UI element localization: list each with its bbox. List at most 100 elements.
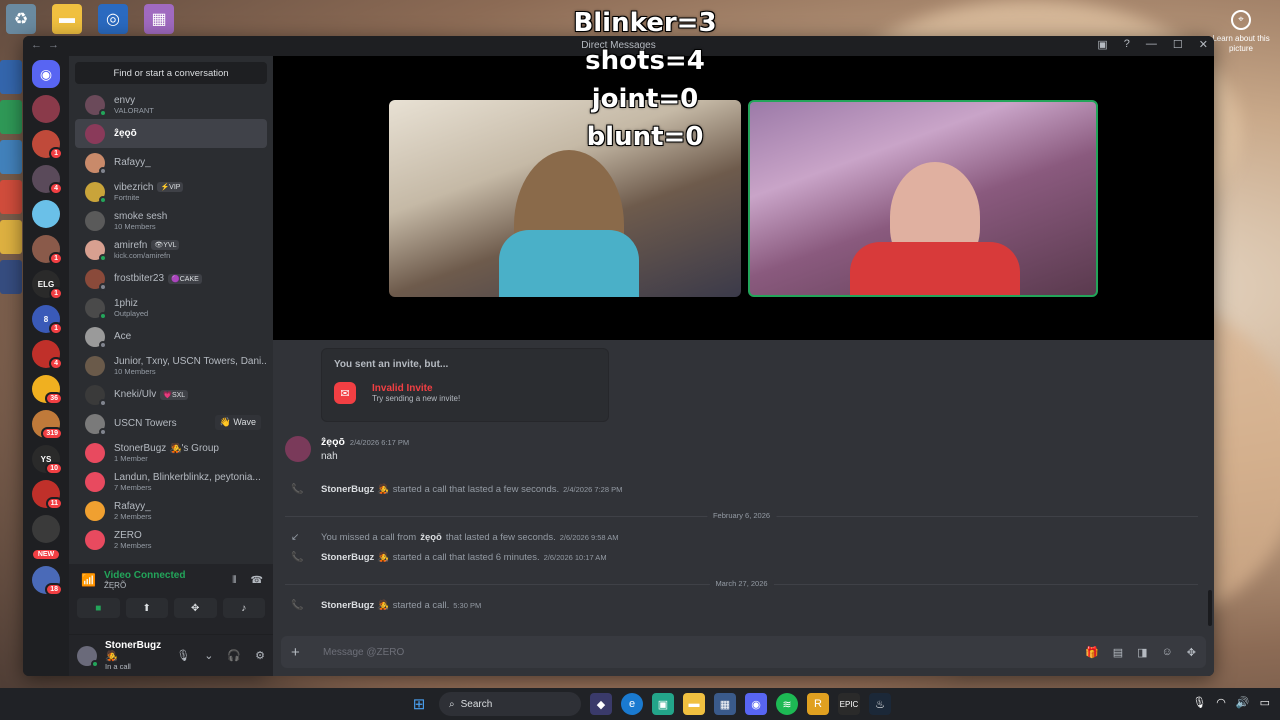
recycle-bin-icon[interactable]: ♻ xyxy=(6,4,36,34)
message-author[interactable]: ẑẹǫō xyxy=(321,436,345,448)
inbox-icon[interactable]: ▣ xyxy=(1097,38,1107,51)
invite-title: Invalid Invite xyxy=(372,383,433,394)
chat-scrollbar[interactable] xyxy=(1208,590,1212,626)
caller-name[interactable]: StonerBugz 🧑‍🎤 xyxy=(321,552,389,563)
close-icon[interactable]: ✕ xyxy=(1199,38,1208,51)
dm-item[interactable]: USCN Towers 👋 Wave xyxy=(75,409,267,438)
mic-tray-icon[interactable]: 🎙 xyxy=(1192,696,1206,709)
dm-item[interactable]: StonerBugz 🧑‍🎤's Group 1 Member xyxy=(75,438,267,467)
wifi-icon[interactable]: ◠ xyxy=(1216,696,1226,709)
caller-name[interactable]: StonerBugz 🧑‍🎤 xyxy=(321,484,389,495)
rocket-league-icon[interactable]: ◎ xyxy=(98,4,128,34)
desktop-shortcut-icon[interactable] xyxy=(0,180,22,214)
desktop-shortcut-icon[interactable] xyxy=(0,140,22,174)
gift-icon[interactable]: 🎁 xyxy=(1085,646,1099,659)
store-icon[interactable]: ▦ xyxy=(714,693,736,715)
dm-item[interactable]: frostbiter23 🟣CAKE xyxy=(75,264,267,293)
disconnect-icon[interactable]: ☎ xyxy=(251,575,263,586)
server-icon[interactable]: 319 xyxy=(32,410,63,440)
desktop-shortcut-icon[interactable] xyxy=(0,220,22,254)
soundboard-button[interactable]: ♪ xyxy=(222,598,265,618)
file-explorer-icon[interactable]: ▬ xyxy=(683,693,705,715)
dm-item[interactable]: envy VALORANT xyxy=(75,90,267,119)
game-icon[interactable]: ▦ xyxy=(144,4,174,34)
dm-item[interactable]: Junior, Txny, USCN Towers, Dani... 10 Mem… xyxy=(75,351,267,380)
dm-item[interactable]: 1phiz Outplayed xyxy=(75,293,267,322)
battery-icon[interactable]: ▭ xyxy=(1260,696,1270,709)
taskbar-search[interactable]: ⌕ Search xyxy=(439,692,581,716)
activities-button[interactable]: ✥ xyxy=(174,598,217,618)
camera-button[interactable]: ■ xyxy=(77,598,120,618)
windows-start-icon[interactable]: ⊞ xyxy=(408,693,430,715)
dm-item[interactable]: Kneki/Ulv 💗SXL xyxy=(75,380,267,409)
mic-icon[interactable]: 🎙 xyxy=(176,649,190,662)
gif-icon[interactable]: ▤ xyxy=(1113,646,1123,659)
desktop-shortcut-icon[interactable] xyxy=(0,100,22,134)
dm-item[interactable]: Rafayy_ 2 Members xyxy=(75,496,267,525)
server-icon[interactable] xyxy=(32,95,60,123)
server-icon[interactable]: 36 xyxy=(32,375,63,405)
dm-item[interactable]: Ace xyxy=(75,322,267,351)
dm-item[interactable]: smoke sesh 10 Members xyxy=(75,206,267,235)
server-icon[interactable]: ELG 1 xyxy=(32,270,63,300)
avatar xyxy=(85,471,105,492)
caller-name[interactable]: ẑẹǫō xyxy=(420,532,442,543)
app-icon[interactable]: ▣ xyxy=(652,693,674,715)
desktop-shortcut-icon[interactable] xyxy=(0,260,22,294)
video-tile-active-speaker[interactable] xyxy=(748,100,1098,297)
server-icon[interactable] xyxy=(32,515,60,543)
spotify-icon[interactable]: ≋ xyxy=(776,693,798,715)
maximize-icon[interactable]: ☐ xyxy=(1173,38,1183,51)
help-icon[interactable]: ? xyxy=(1124,38,1130,51)
desktop-icons: ♻ ▬ ◎ ▦ xyxy=(6,4,174,34)
sticker-icon[interactable]: ◨ xyxy=(1137,646,1147,659)
server-icon[interactable]: 4 xyxy=(32,340,63,370)
app-icon[interactable]: R xyxy=(807,693,829,715)
headphones-icon[interactable]: 🎧 xyxy=(227,649,241,662)
screen-share-button[interactable]: ⬆ xyxy=(125,598,168,618)
server-icon[interactable]: 1 xyxy=(32,235,63,265)
server-rail: ◉ 1 4 1 ELG 1 8 1 4 36 319 YS 10 11 NEW 18 xyxy=(23,56,69,676)
server-icon[interactable]: 4 xyxy=(32,165,63,195)
server-icon[interactable]: 11 xyxy=(32,480,63,510)
app-icon[interactable]: ◆ xyxy=(590,693,612,715)
call-log-item: 📞 StonerBugz 🧑‍🎤 started a call that las… xyxy=(291,552,607,563)
volume-icon[interactable]: 🔊 xyxy=(1236,696,1250,709)
voice-channel[interactable]: ẐĘRÕ xyxy=(104,581,186,590)
dm-item[interactable]: amirefn 👁YVL kick.com/amirefn xyxy=(75,235,267,264)
dm-item[interactable]: Landun, Blinkerblinkz, peytonia... 7 Memb… xyxy=(75,467,267,496)
dm-item[interactable]: vibezrich ⚡VIP Fortnite xyxy=(75,177,267,206)
server-icon[interactable]: 18 xyxy=(32,566,63,596)
wave-button[interactable]: 👋 Wave xyxy=(214,415,261,430)
apps-icon[interactable]: ✥ xyxy=(1187,646,1196,659)
dm-item[interactable]: ẑẹǫō xyxy=(75,119,267,148)
avatar[interactable] xyxy=(285,436,311,462)
settings-gear-icon[interactable]: ⚙ xyxy=(255,649,265,662)
folder-icon[interactable]: ▬ xyxy=(52,4,82,34)
server-icon[interactable]: 1 xyxy=(32,130,63,160)
server-icon[interactable]: YS 10 xyxy=(32,445,63,475)
search-input[interactable]: Find or start a conversation xyxy=(75,62,267,84)
noise-suppression-icon[interactable]: ⦀ xyxy=(232,575,236,586)
learn-about-picture[interactable]: ⌖ Learn about this picture xyxy=(1212,10,1270,54)
minimize-icon[interactable]: — xyxy=(1146,38,1157,51)
steam-icon[interactable]: ♨ xyxy=(869,693,891,715)
add-attachment-icon[interactable]: + xyxy=(291,644,311,661)
dm-item[interactable]: ZERO 2 Members xyxy=(75,525,267,554)
message-input[interactable]: Message @ZERO xyxy=(323,647,1085,658)
caller-name[interactable]: StonerBugz 🧑‍🎤 xyxy=(321,600,389,611)
dm-subtext: 10 Members xyxy=(114,221,156,231)
avatar xyxy=(85,413,107,436)
server-icon[interactable]: 81 xyxy=(32,305,63,335)
avatar[interactable] xyxy=(77,645,99,668)
discord-taskbar-icon[interactable]: ◉ xyxy=(745,693,767,715)
server-icon[interactable] xyxy=(32,200,60,228)
unread-badge: 4 xyxy=(49,357,63,370)
discord-home-icon[interactable]: ◉ xyxy=(32,60,60,88)
emoji-icon[interactable]: ☺ xyxy=(1162,646,1173,659)
desktop-shortcut-icon[interactable] xyxy=(0,60,22,94)
chevron-down-icon[interactable]: ⌄ xyxy=(204,649,213,662)
dm-item[interactable]: Rafayy_ xyxy=(75,148,267,177)
epic-games-icon[interactable]: EPIC xyxy=(838,693,860,715)
edge-icon[interactable]: e xyxy=(621,693,643,715)
